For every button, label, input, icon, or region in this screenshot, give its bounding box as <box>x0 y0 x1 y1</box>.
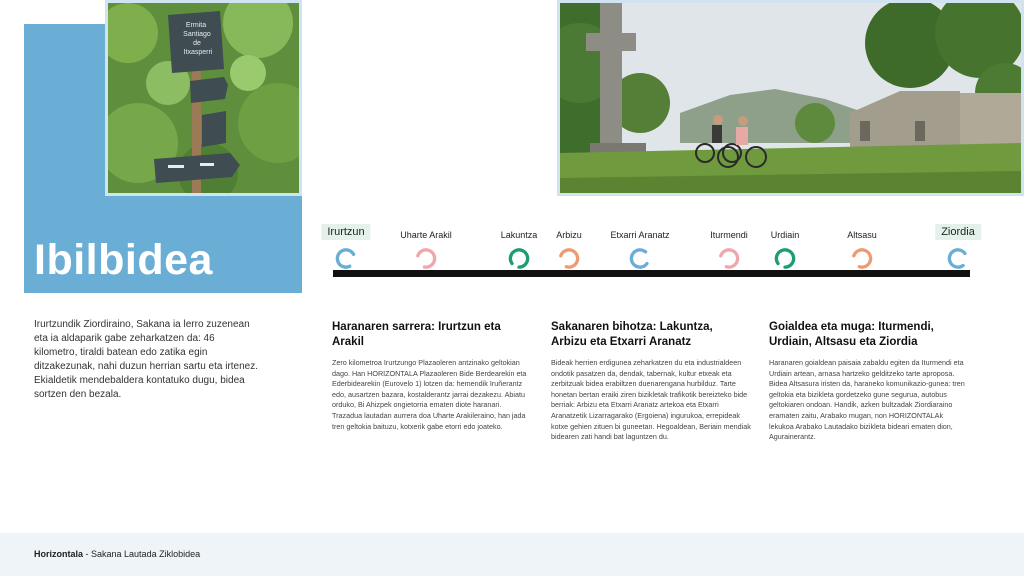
section-body: Haranaren goialdean paisaia zabaldu egit… <box>769 358 965 442</box>
sign-line-3: de <box>193 40 201 47</box>
stop-marker-uharte-arakil <box>416 248 437 269</box>
stop-label-lakuntza: Lakuntza <box>500 230 538 240</box>
section-title: Sakanaren bihotza: Lakuntza, Arbizu eta … <box>551 321 713 348</box>
cyclists-image <box>560 3 1021 193</box>
footer: Horizontala - Sakana Lautada Ziklobidea <box>0 533 1024 576</box>
section-iturmendi-ziordia: Goialdea eta muga: Iturmendi, Urdiain, A… <box>769 320 969 443</box>
sign-line-2: Santiago <box>183 31 211 38</box>
stop-marker-arbizu <box>559 248 580 269</box>
stop-marker-ziordia <box>947 248 967 269</box>
cyclists-photo <box>557 0 1024 196</box>
signpost-image: Ermita Santiago de Itxasperri <box>108 3 299 193</box>
stop-label-irurtzun: Irurtzun <box>321 224 371 240</box>
stop-label-etxarri-aranatz: Etxarri Aranatz <box>610 230 670 240</box>
footer-text: Horizontala - Sakana Lautada Ziklobidea <box>34 549 200 559</box>
section-title: Haranaren sarrera: Irurtzun eta Arakil <box>332 321 501 348</box>
stop-label-ziordia: Ziordia <box>935 224 981 240</box>
page-title: Ibilbidea <box>34 236 213 284</box>
stop-label-arbizu: Arbizu <box>556 230 582 240</box>
stop-marker-irurtzun <box>335 248 356 269</box>
route-line <box>333 270 970 277</box>
stop-marker-iturmendi <box>719 248 740 269</box>
stop-label-uharte-arakil: Uharte Arakil <box>400 230 452 240</box>
intro-paragraph: Irurtzundik Ziordiraino, Sakana ia lerro… <box>34 319 259 400</box>
signpost-photo: Ermita Santiago de Itxasperri <box>105 0 302 196</box>
stop-marker-lakuntza <box>508 248 530 269</box>
sign-line-1: Ermita <box>186 22 206 29</box>
stop-label-iturmendi: Iturmendi <box>710 230 748 240</box>
stop-label-urdiain: Urdiain <box>770 230 800 240</box>
section-body: Bideak herrien erdigunea zeharkatzen du … <box>551 358 751 442</box>
sign-line-4: Itxasperri <box>184 49 213 56</box>
section-title: Goialdea eta muga: Iturmendi, Urdiain, A… <box>769 321 934 348</box>
section-body: Zero kilometroa Irurtzungo Plazaoleren a… <box>332 358 527 431</box>
stop-marker-urdiain <box>774 248 796 269</box>
footer-separator: - <box>83 549 92 559</box>
stop-marker-altsasu <box>852 248 873 269</box>
stop-label-altsasu: Altsasu <box>847 230 877 240</box>
footer-brand: Horizontala <box>34 549 84 559</box>
footer-subtitle: Sakana Lautada Ziklobidea <box>91 549 201 559</box>
section-lakuntza-arbizu-etxarri: Sakanaren bihotza: Lakuntza, Arbizu eta … <box>551 320 751 443</box>
stop-marker-etxarri-aranatz <box>629 248 649 269</box>
section-irurtzun-arakil: Haranaren sarrera: Irurtzun eta Arakil Z… <box>332 320 532 432</box>
